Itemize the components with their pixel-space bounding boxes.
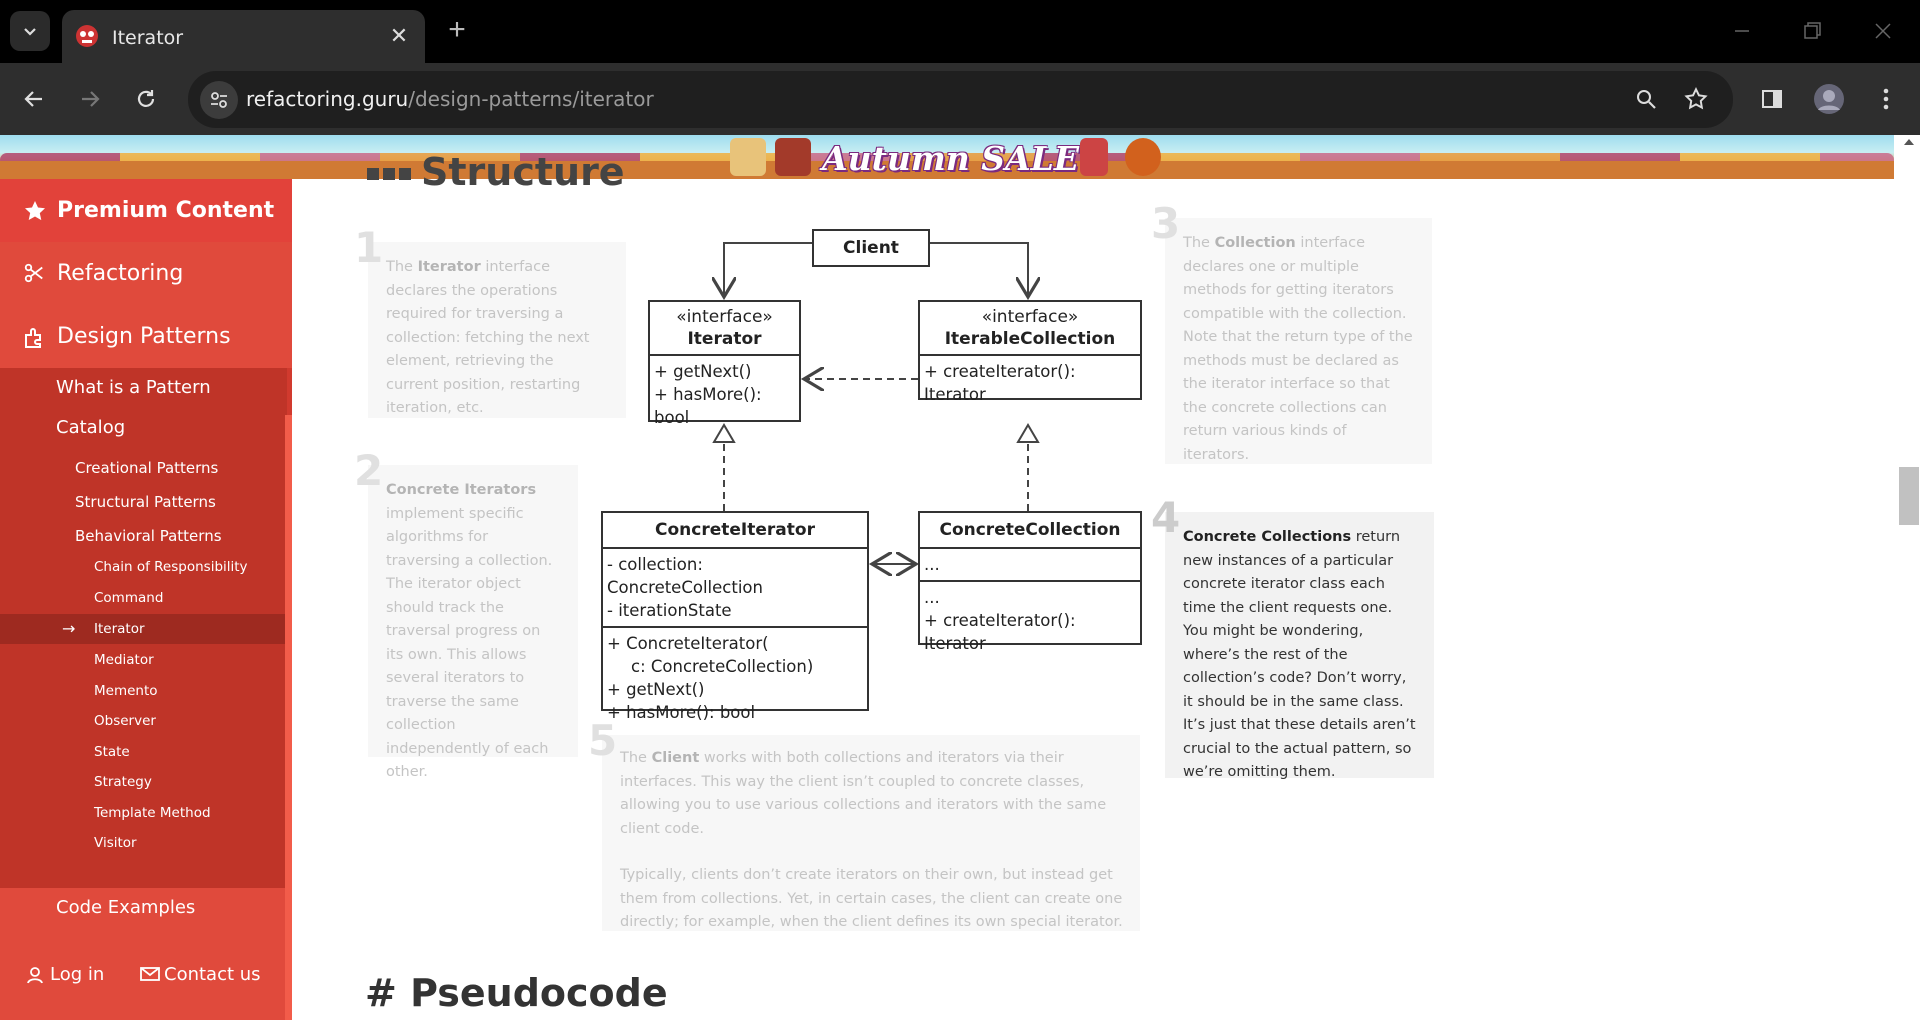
uml-class-header: «interface» Iterator xyxy=(650,302,799,356)
uml-stereotype: «interface» xyxy=(676,307,773,327)
uml-client-name: Client xyxy=(843,238,899,258)
site-info-icon[interactable] xyxy=(200,81,238,119)
pseudocode-heading: # Pseudocode xyxy=(365,971,668,1015)
uml-iterable-collection-interface: «interface» IterableCollection + createIt… xyxy=(918,300,1142,404)
uml-client: Client xyxy=(812,229,930,267)
side-panel-icon[interactable] xyxy=(1754,81,1790,117)
new-tab-icon[interactable]: + xyxy=(442,15,472,46)
client-to-collection-line xyxy=(930,242,1028,297)
uml-class-name: ConcreteIterator xyxy=(655,520,815,540)
client-to-iterator-line xyxy=(724,242,812,297)
uml-method: + createIterator(): Iterator xyxy=(924,611,1076,653)
url-text[interactable]: refactoring.guru/design-patterns/iterato… xyxy=(246,87,654,111)
uml-iterator-interface: «interface» Iterator + getNext() + hasMore… xyxy=(648,300,801,427)
page-scrollbar-thumb[interactable] xyxy=(1899,467,1919,525)
tab-title: Iterator xyxy=(112,27,184,49)
menu-kebab-icon[interactable] xyxy=(1868,81,1904,117)
uml-fields: - collection: ConcreteCollection - iterat… xyxy=(603,549,867,626)
uml-class-name: Iterator xyxy=(687,329,762,349)
refactoring-guru-favicon-icon xyxy=(74,23,100,49)
uml-method: ... xyxy=(924,588,940,607)
uml-method: + getNext() xyxy=(654,362,752,381)
uml-field: - iterationState xyxy=(607,601,732,620)
web-page: Autumn SALE Premium Content Refactoring … xyxy=(0,135,1920,1020)
uml-methods: + getNext() + hasMore(): bool xyxy=(650,356,799,433)
uml-method: + hasMore(): bool xyxy=(654,385,762,427)
url-path: /design-patterns/iterator xyxy=(408,87,654,111)
uml-field: - collection: ConcreteCollection xyxy=(607,555,763,597)
uml-field: ... xyxy=(924,555,940,574)
uml-class-header: ConcreteIterator xyxy=(603,513,867,549)
profile-avatar[interactable] xyxy=(1811,81,1847,117)
realization-triangle-icon xyxy=(1016,423,1040,443)
url-host: refactoring.guru xyxy=(246,87,409,111)
tab-search-button[interactable] xyxy=(10,11,50,51)
browser-tab[interactable]: Iterator ✕ xyxy=(62,10,425,63)
address-bar[interactable]: refactoring.guru/design-patterns/iterato… xyxy=(188,71,1733,128)
uml-methods: + createIterator(): Iterator xyxy=(920,356,1140,410)
uml-methods: + ConcreteIterator( c: ConcreteCollection… xyxy=(603,626,867,728)
uml-method: + createIterator(): Iterator xyxy=(924,362,1076,404)
uml-concrete-iterator: ConcreteIterator - collection: ConcreteC… xyxy=(601,511,869,722)
uml-method: + getNext() xyxy=(607,680,705,699)
uml-class-name: IterableCollection xyxy=(944,329,1116,349)
uml-class-header: ConcreteCollection xyxy=(920,513,1140,549)
uml-class-name: Client xyxy=(814,231,928,265)
uml-stereotype: «interface» xyxy=(981,307,1079,327)
uml-fields: ... xyxy=(920,549,1140,580)
back-icon[interactable] xyxy=(16,81,52,117)
uml-class-name: ConcreteCollection xyxy=(939,520,1121,540)
uml-method: + ConcreteIterator( xyxy=(607,634,769,653)
uml-method: + hasMore(): bool xyxy=(607,703,756,722)
page-scrollbar-track[interactable] xyxy=(1898,135,1920,1020)
uml-method: c: ConcreteCollection) xyxy=(631,657,814,676)
minimize-icon[interactable] xyxy=(1727,16,1757,46)
browser-tab-strip: Iterator ✕ + xyxy=(0,0,1920,63)
browser-toolbar: refactoring.guru/design-patterns/iterato… xyxy=(0,63,1920,135)
forward-icon[interactable] xyxy=(72,81,108,117)
restore-icon[interactable] xyxy=(1797,16,1827,46)
reload-icon[interactable] xyxy=(128,81,164,117)
bookmark-star-icon[interactable] xyxy=(1678,81,1714,117)
uml-methods: ... + createIterator(): Iterator xyxy=(920,580,1140,659)
uml-class-header: «interface» IterableCollection xyxy=(920,302,1140,356)
zoom-icon[interactable] xyxy=(1628,81,1664,117)
uml-concrete-collection: ConcreteCollection ... ... + createIterat… xyxy=(918,511,1142,653)
chevron-down-icon xyxy=(22,23,38,39)
close-tab-icon[interactable]: ✕ xyxy=(387,24,411,48)
close-window-icon[interactable] xyxy=(1868,16,1898,46)
